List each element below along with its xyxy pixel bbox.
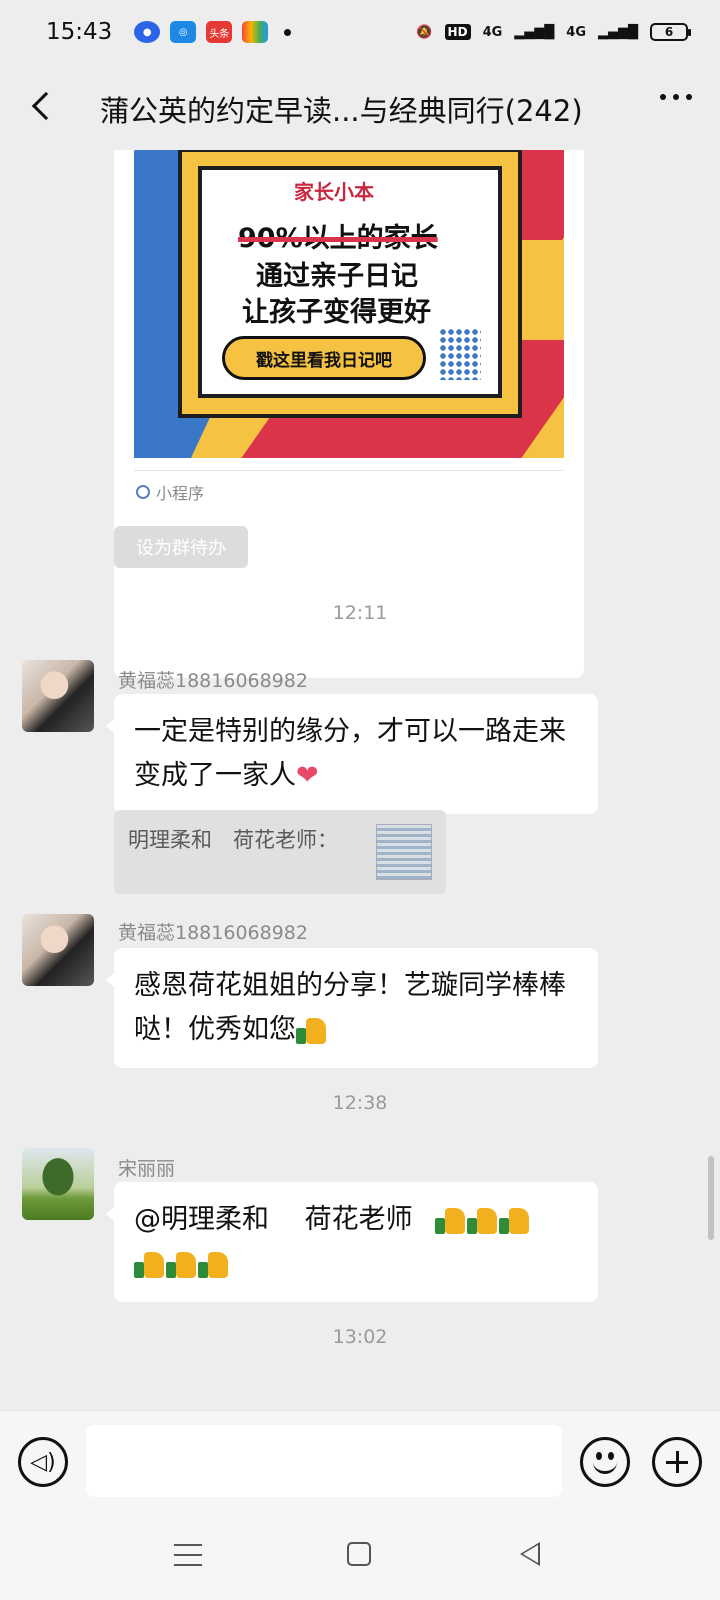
- home-square-icon[interactable]: [347, 1542, 371, 1566]
- message-input[interactable]: [86, 1425, 562, 1497]
- card-divider: [134, 470, 564, 471]
- card-cta: 戳这里看我日记吧: [222, 336, 426, 380]
- voice-input-button[interactable]: ◁): [18, 1437, 68, 1487]
- 360-app-icon: ◎: [170, 21, 197, 43]
- voice-wave-icon: ◁): [30, 1449, 56, 1475]
- wallet-app-icon: [242, 21, 269, 43]
- card-headline-1: 90%以上的家长: [238, 223, 438, 254]
- card-footer-label: 小程序: [156, 484, 205, 503]
- chevron-left-icon: [31, 91, 61, 121]
- avatar[interactable]: [22, 914, 94, 986]
- thumbs-up-icon: [198, 1250, 230, 1280]
- battery-icon: 6: [650, 23, 691, 41]
- status-indicators: 🔕 HD 4G ▂▄▆█ 4G ▂▄▆█ 6: [416, 23, 691, 41]
- sender-name: 宋丽丽: [118, 1158, 176, 1180]
- thumbs-up-icon: [296, 1016, 328, 1046]
- message-bubble[interactable]: @明理柔和 荷花老师: [106, 1182, 598, 1302]
- mini-program-card[interactable]: 家长小本 90%以上的家长 通过亲子日记 让孩子变得更好 戳这里看我日记吧 小程…: [114, 150, 584, 678]
- recent-apps-menu-icon[interactable]: [174, 1544, 202, 1566]
- mini-program-cover-image: 家长小本 90%以上的家长 通过亲子日记 让孩子变得更好 戳这里看我日记吧: [134, 150, 564, 458]
- message-text: @明理柔和 荷花老师: [134, 1204, 413, 1235]
- notification-dot: [284, 28, 292, 36]
- sender-name: 黄福蕊18816068982: [118, 922, 308, 944]
- thumbs-up-icon: [499, 1206, 531, 1236]
- baidu-app-icon: ●: [134, 21, 161, 43]
- input-bar: ◁): [0, 1410, 720, 1514]
- timestamp: 12:38: [332, 1092, 388, 1114]
- message-text: 一定是特别的缘分，才可以一路走来变成了一家人: [134, 716, 566, 791]
- message-bubble[interactable]: 感恩荷花姐姐的分享！艺璇同学棒棒哒！优秀如您: [106, 948, 598, 1068]
- signal-4g-icon: 4G: [482, 24, 503, 40]
- mini-program-icon: [136, 485, 150, 499]
- avatar[interactable]: [22, 660, 94, 732]
- quoted-image-thumbnail: [376, 824, 432, 880]
- smiley-face-icon: [596, 1452, 602, 1460]
- card-brand: 家长小本: [294, 180, 374, 204]
- quoted-text: 明理柔和 荷花老师：: [128, 828, 338, 852]
- thumbs-up-icon: [467, 1206, 499, 1236]
- signal-4g-icon-2: 4G: [566, 24, 586, 40]
- signal-bars-icon: ▂▄▆█: [514, 24, 555, 40]
- chat-title: 蒲公英的约定早读...与经典同行(242): [100, 94, 583, 128]
- quoted-message[interactable]: 明理柔和 荷花老师：: [114, 810, 446, 894]
- more-actions-plus-button[interactable]: [652, 1437, 702, 1487]
- thumbs-up-icon: [134, 1250, 166, 1280]
- avatar[interactable]: [22, 1148, 94, 1220]
- signal-bars-icon-2: ▂▄▆█: [598, 24, 638, 40]
- toutiao-app-icon: 头条: [206, 21, 233, 43]
- status-app-icons: ● ◎ 头条: [134, 21, 269, 43]
- chat-header: 蒲公英的约定早读...与经典同行(242): [0, 64, 720, 150]
- chat-messages[interactable]: 家长小本 90%以上的家长 通过亲子日记 让孩子变得更好 戳这里看我日记吧 小程…: [0, 150, 720, 1410]
- scrollbar-thumb[interactable]: [708, 1156, 714, 1240]
- status-bar: 15:43 ● ◎ 头条 🔕 HD 4G ▂▄▆█ 4G ▂▄▆█ 6: [0, 0, 720, 64]
- sender-name: 黄福蕊18816068982: [118, 670, 308, 692]
- card-footer: 小程序: [136, 480, 204, 504]
- status-time: 15:43: [46, 19, 113, 45]
- dot-pattern: [439, 328, 481, 380]
- more-options-button[interactable]: [660, 94, 692, 100]
- hd-voice-badge: HD: [444, 24, 471, 40]
- thumbs-up-icon: [435, 1206, 467, 1236]
- emoji-button[interactable]: [580, 1437, 630, 1487]
- card-headline-3: 让孩子变得更好: [242, 297, 431, 328]
- back-triangle-icon[interactable]: [520, 1542, 540, 1566]
- card-headline-2: 通过亲子日记: [256, 261, 418, 292]
- timestamp: 13:02: [332, 1326, 388, 1348]
- thumbs-up-icon: [166, 1250, 198, 1280]
- timestamp: 12:11: [332, 602, 388, 624]
- message-bubble[interactable]: 一定是特别的缘分，才可以一路走来变成了一家人❤: [106, 694, 598, 814]
- system-navigation-bar: [0, 1514, 720, 1600]
- message-text: 感恩荷花姐姐的分享！艺璇同学棒棒哒！优秀如您: [134, 970, 566, 1045]
- back-button[interactable]: [20, 84, 64, 128]
- set-group-todo-button[interactable]: 设为群待办: [114, 526, 248, 568]
- heart-emoji-icon: ❤: [296, 760, 319, 791]
- mute-bell-icon: 🔕: [416, 24, 433, 40]
